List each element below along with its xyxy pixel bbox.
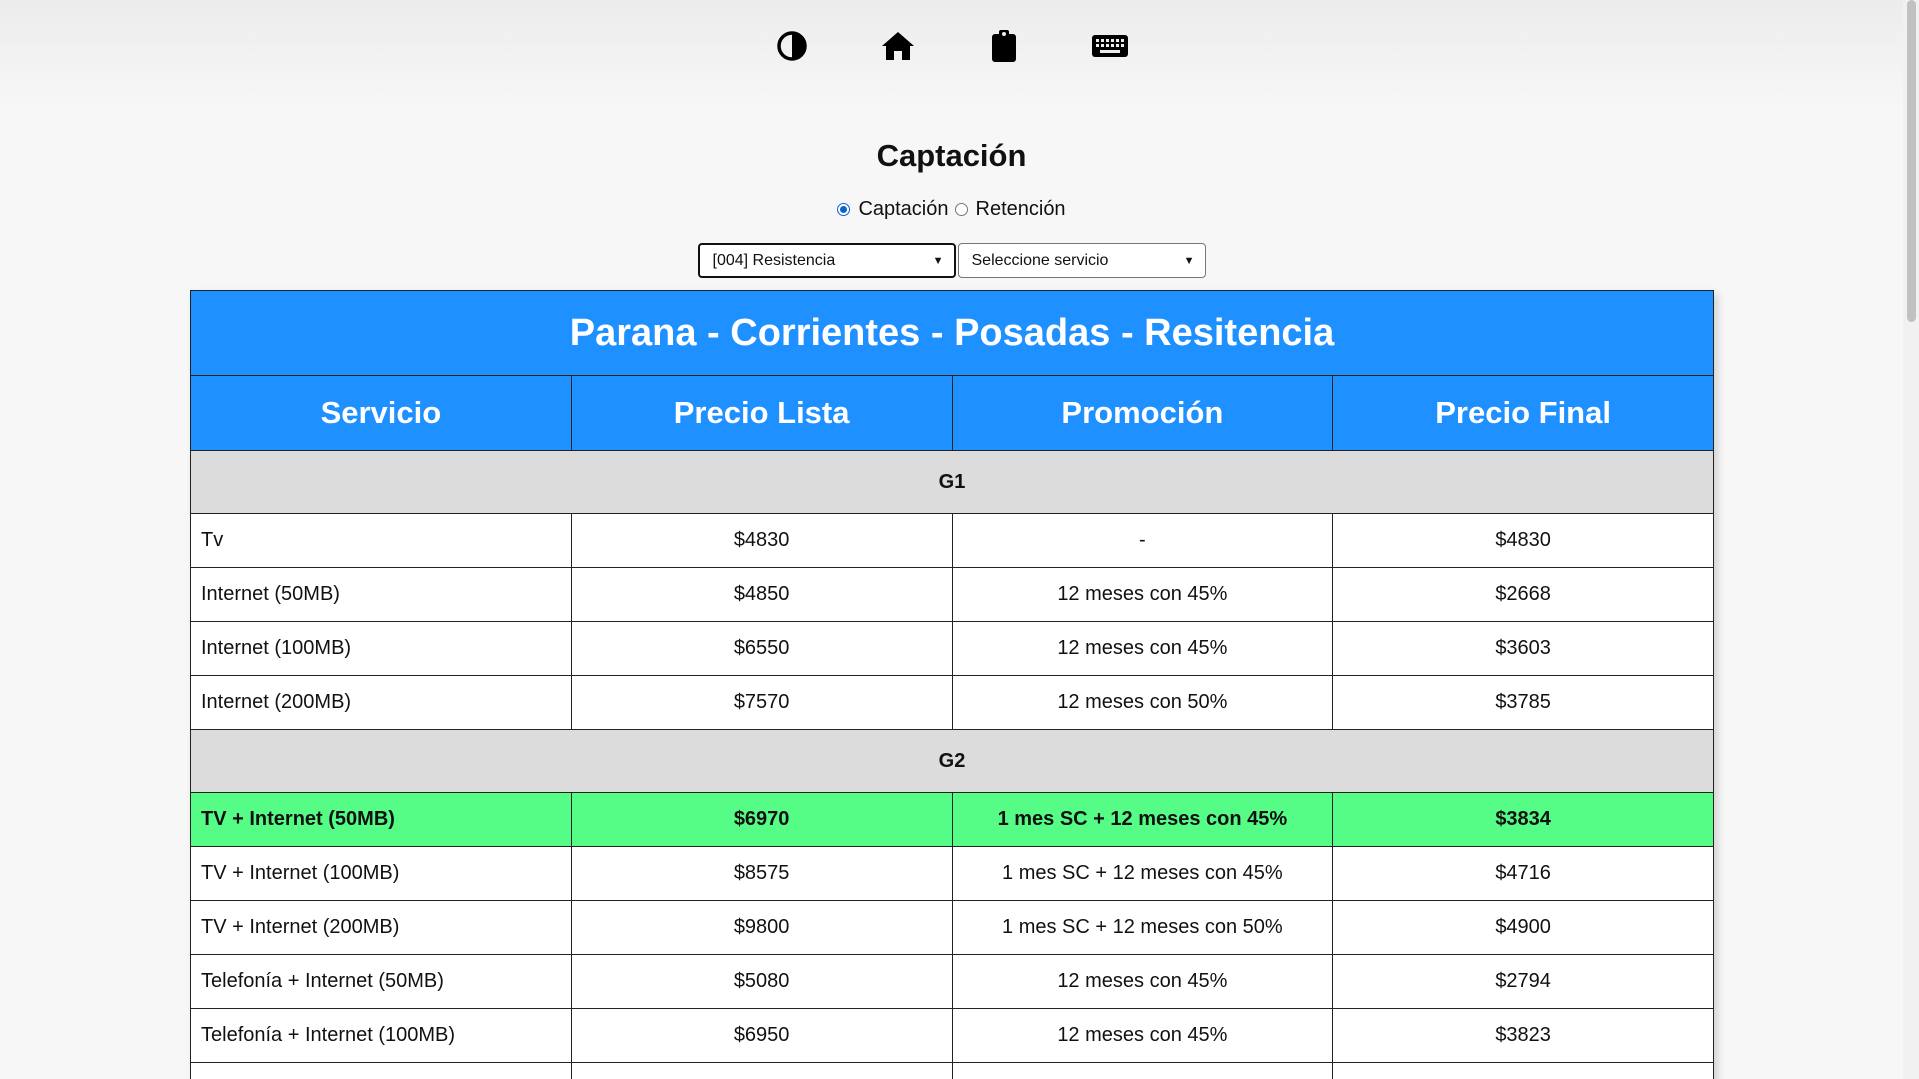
table-row: Telefonía + Internet (100MB) $6950 12 me… bbox=[190, 1008, 1714, 1063]
branch-select-value: [004] Resistencia bbox=[712, 251, 836, 269]
table-row: Internet (200MB) $7570 12 meses con 50% … bbox=[190, 675, 1714, 730]
cell-final-price: $2668 bbox=[1332, 567, 1714, 622]
cell-final-price: $4900 bbox=[1332, 900, 1714, 955]
branch-select[interactable]: [004] Resistencia ▼ bbox=[697, 243, 956, 278]
icon-row bbox=[0, 26, 1903, 66]
cell-list-price: $5080 bbox=[570, 954, 953, 1009]
cell-service: Telefonía + Internet (50MB) bbox=[190, 954, 572, 1009]
column-header-promocion: Promoción bbox=[951, 375, 1334, 451]
cell-service: Telefonía + Internet (100MB) bbox=[190, 1008, 572, 1063]
table-row: TV + Internet (200MB) $9800 1 mes SC + 1… bbox=[190, 900, 1714, 955]
radio-retencion-label: Retención bbox=[975, 198, 1066, 220]
cell-promo bbox=[951, 1062, 1334, 1079]
cell-promo: 12 meses con 45% bbox=[951, 1008, 1334, 1063]
cell-service: Internet (200MB) bbox=[190, 675, 572, 730]
cell-promo: 12 meses con 45% bbox=[951, 567, 1334, 622]
cell-list-price: $8575 bbox=[570, 846, 953, 901]
cell-promo: 1 mes SC + 12 meses con 45% bbox=[951, 846, 1334, 901]
cell-promo: 12 meses con 45% bbox=[951, 954, 1334, 1009]
cell-service: TV + Internet (50MB) bbox=[190, 792, 572, 847]
service-select-value: Seleccione servicio bbox=[971, 251, 1109, 269]
cell-service: Internet (100MB) bbox=[190, 621, 572, 676]
cell-list-price: $6550 bbox=[570, 621, 953, 676]
cell-final-price: $4716 bbox=[1332, 846, 1714, 901]
table-row bbox=[190, 1062, 1714, 1079]
cell-list-price: $6950 bbox=[570, 1008, 953, 1063]
price-table: Parana - Corrientes - Posadas - Resitenc… bbox=[190, 290, 1714, 1079]
chevron-down-icon: ▼ bbox=[932, 254, 944, 267]
cell-service bbox=[190, 1062, 572, 1079]
cell-final-price: $3603 bbox=[1332, 621, 1714, 676]
table-row: Internet (100MB) $6550 12 meses con 45% … bbox=[190, 621, 1714, 676]
cell-service: TV + Internet (200MB) bbox=[190, 900, 572, 955]
cell-service: Internet (50MB) bbox=[190, 567, 572, 622]
cell-promo: 12 meses con 50% bbox=[951, 675, 1334, 730]
cell-promo: 1 mes SC + 12 meses con 45% bbox=[951, 792, 1334, 847]
radio-captacion-dot[interactable] bbox=[837, 203, 851, 216]
cell-service: TV + Internet (100MB) bbox=[190, 846, 572, 901]
table-banner: Parana - Corrientes - Posadas - Resitenc… bbox=[190, 290, 1714, 376]
service-select[interactable]: Seleccione servicio ▼ bbox=[957, 243, 1206, 278]
cell-final-price bbox=[1332, 1062, 1714, 1079]
cell-promo: 1 mes SC + 12 meses con 50% bbox=[951, 900, 1334, 955]
price-table-container: Parana - Corrientes - Posadas - Resitenc… bbox=[190, 290, 1714, 1079]
column-header-precio-lista: Precio Lista bbox=[570, 375, 953, 451]
keyboard-icon[interactable] bbox=[1090, 26, 1130, 66]
scrollbar-thumb[interactable] bbox=[1907, 0, 1916, 322]
page-title: Captación bbox=[876, 138, 1027, 173]
cell-final-price: $3823 bbox=[1332, 1008, 1714, 1063]
table-row: Telefonía + Internet (50MB) $5080 12 mes… bbox=[190, 954, 1714, 1009]
table-row-highlighted: TV + Internet (50MB) $6970 1 mes SC + 12… bbox=[190, 792, 1714, 847]
chevron-down-icon: ▼ bbox=[1183, 254, 1195, 267]
column-header-precio-final: Precio Final bbox=[1332, 375, 1714, 451]
radio-retencion-dot[interactable] bbox=[954, 203, 968, 216]
group-header: G2 bbox=[190, 729, 1714, 793]
top-toolbar bbox=[0, 0, 1903, 110]
cell-list-price: $4850 bbox=[570, 567, 953, 622]
vertical-scrollbar[interactable] bbox=[1903, 0, 1919, 1079]
table-row: Internet (50MB) $4850 12 meses con 45% $… bbox=[190, 567, 1714, 622]
filter-selects: [004] Resistencia ▼ Seleccione servicio … bbox=[0, 243, 1903, 278]
radio-captacion-label: Captación bbox=[858, 198, 949, 220]
clipboard-icon[interactable] bbox=[984, 26, 1024, 66]
cell-list-price: $4830 bbox=[570, 513, 953, 568]
cell-final-price: $3834 bbox=[1332, 792, 1714, 847]
table-row: Tv $4830 - $4830 bbox=[190, 513, 1714, 568]
contrast-icon[interactable] bbox=[772, 26, 812, 66]
cell-final-price: $4830 bbox=[1332, 513, 1714, 568]
cell-promo: 12 meses con 45% bbox=[951, 621, 1334, 676]
cell-final-price: $2794 bbox=[1332, 954, 1714, 1009]
radio-retencion[interactable]: Retención bbox=[954, 198, 1066, 221]
radio-captacion[interactable]: Captación bbox=[837, 198, 949, 221]
cell-final-price: $3785 bbox=[1332, 675, 1714, 730]
table-row: TV + Internet (100MB) $8575 1 mes SC + 1… bbox=[190, 846, 1714, 901]
cell-list-price bbox=[570, 1062, 953, 1079]
cell-service: Tv bbox=[190, 513, 572, 568]
cell-list-price: $6970 bbox=[570, 792, 953, 847]
page: Captación Captación Retención [004] Resi… bbox=[0, 0, 1919, 1079]
mode-radio-group: Captación Retención bbox=[0, 198, 1903, 221]
cell-list-price: $9800 bbox=[570, 900, 953, 955]
cell-list-price: $7570 bbox=[570, 675, 953, 730]
cell-promo: - bbox=[951, 513, 1334, 568]
group-header: G1 bbox=[190, 450, 1714, 514]
home-icon[interactable] bbox=[878, 26, 918, 66]
column-header-servicio: Servicio bbox=[190, 375, 572, 451]
